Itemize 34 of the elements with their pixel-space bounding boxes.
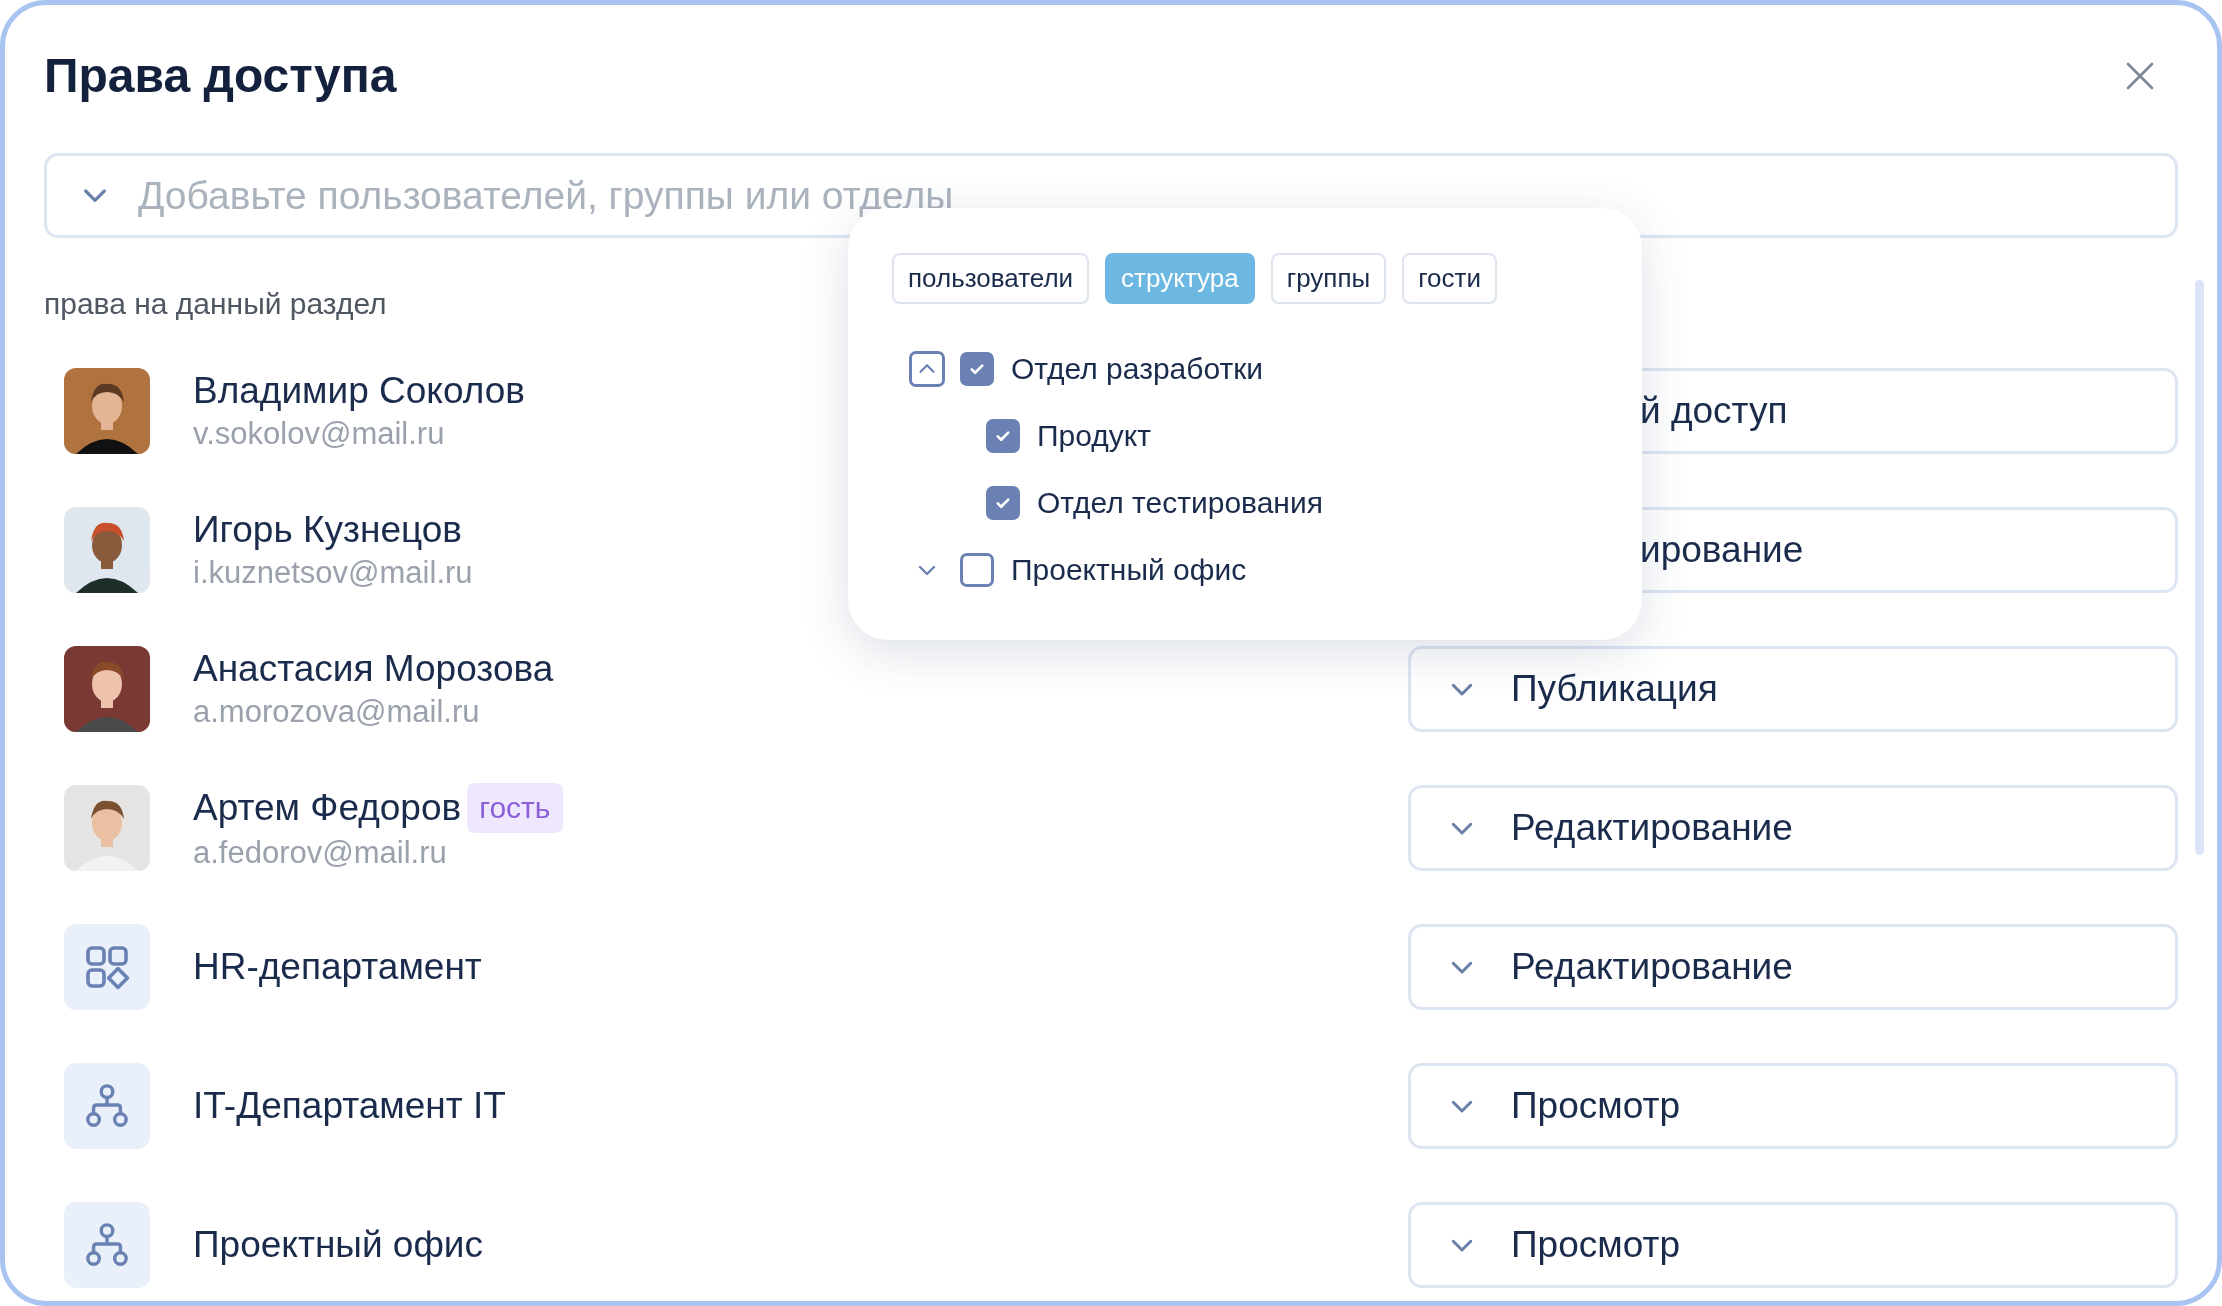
member-name: Проектный офис [193, 1222, 484, 1267]
member-name: Владимир Соколов [193, 368, 525, 413]
scrollbar[interactable] [2195, 280, 2204, 855]
hierarchy-icon [84, 1082, 130, 1129]
member-email: a.morozova@mail.ru [193, 692, 480, 731]
checkbox[interactable] [960, 552, 994, 587]
tree-item-label[interactable]: Продукт [1037, 413, 1151, 458]
access-dropdown[interactable]: Просмотр [1408, 1062, 2178, 1149]
checkbox[interactable] [986, 485, 1020, 520]
access-dropdown[interactable]: Просмотр [1408, 1201, 2178, 1288]
member-name: Артем Федоров [193, 785, 462, 830]
filter-tab[interactable]: пользователи [892, 253, 1090, 304]
section-label: права на данный раздел [44, 286, 388, 322]
access-dropdown[interactable]: Редактирование [1408, 784, 2178, 871]
hierarchy-icon [84, 1221, 130, 1268]
member-name: Игорь Кузнецов [193, 507, 463, 552]
tree-item-label[interactable]: Отдел тестирования [1037, 480, 1323, 525]
member-name: HR-департамент [193, 944, 482, 989]
checkbox[interactable] [960, 351, 994, 386]
access-dropdown[interactable]: Публикация [1408, 645, 2178, 732]
member-name: Анастасия Морозова [193, 646, 554, 691]
member-email: v.sokolov@mail.ru [193, 414, 445, 453]
tree-item-label[interactable]: Проектный офис [1011, 547, 1247, 592]
member-email: i.kuznetsov@mail.ru [193, 553, 473, 592]
filter-tab[interactable]: гости [1402, 253, 1497, 304]
tree-item-label[interactable]: Отдел разработки [1011, 346, 1264, 391]
filter-tab[interactable]: группы [1270, 253, 1387, 304]
guest-tag: гость [467, 782, 563, 833]
checkbox[interactable] [986, 418, 1020, 453]
access-dropdown[interactable]: Редактирование [1408, 923, 2178, 1010]
member-email: a.fedorov@mail.ru [193, 833, 447, 872]
dialog-title: Права доступа [44, 48, 397, 104]
collapse-button[interactable] [909, 350, 945, 387]
member-name: IT-Департамент IT [193, 1083, 506, 1128]
